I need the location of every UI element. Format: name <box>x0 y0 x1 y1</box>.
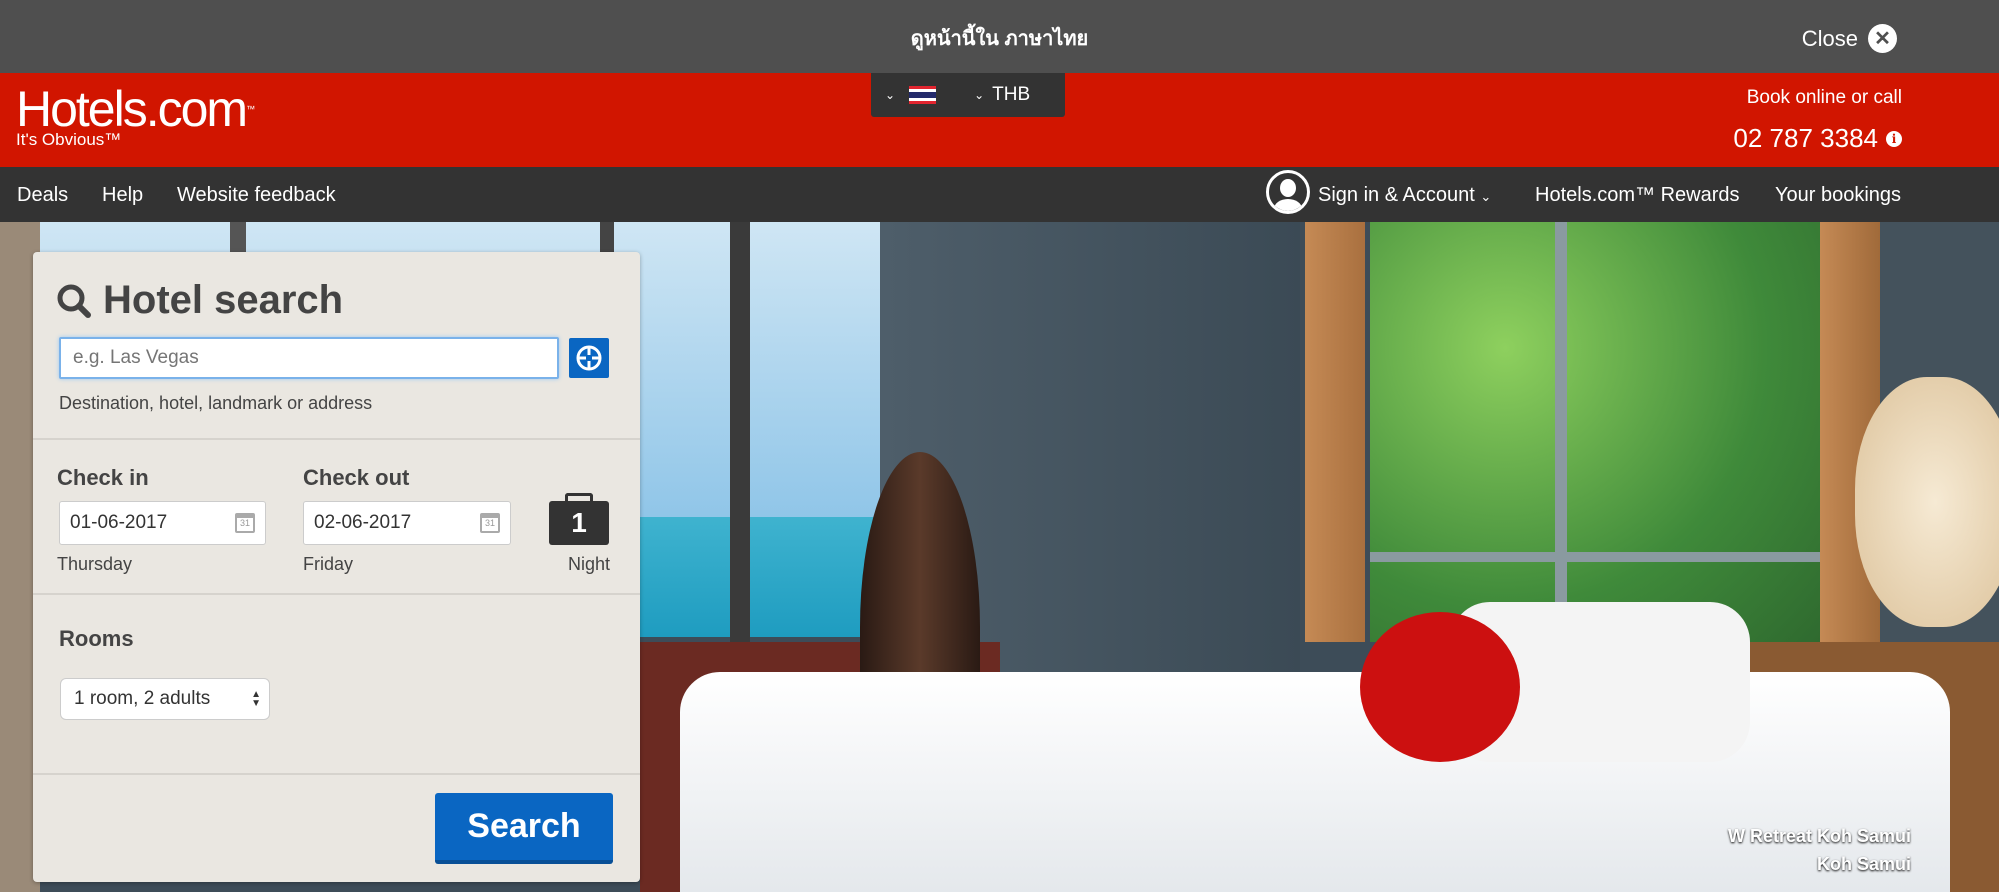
divider <box>33 773 640 775</box>
divider <box>33 593 640 595</box>
hotel-name[interactable]: W Retreat Koh Samui <box>1728 822 1911 850</box>
logo-tm: ™ <box>246 104 256 114</box>
chevron-down-icon: ⌄ <box>1480 189 1492 204</box>
sign-in-label: Sign in & Account <box>1318 184 1475 206</box>
nav-your-bookings[interactable]: Your bookings <box>1775 184 1901 207</box>
phone-text: 02 787 3384 <box>1733 123 1878 153</box>
calendar-icon[interactable]: 31 <box>480 513 500 533</box>
hotel-search-panel: Hotel search Destination, hotel, landmar… <box>33 252 640 882</box>
nav-deals[interactable]: Deals <box>17 184 68 207</box>
logo-text: Hotels.com <box>16 81 248 137</box>
thailand-flag-icon[interactable] <box>909 86 937 104</box>
account-avatar-icon[interactable] <box>1266 170 1310 214</box>
suitcase-handle <box>565 493 593 502</box>
chevron-down-icon: ⌄ <box>974 88 985 102</box>
rooms-value: 1 room, 2 adults <box>74 688 211 709</box>
checkout-value: 02-06-2017 <box>314 512 412 533</box>
checkout-input[interactable]: 02-06-2017 31 <box>303 501 511 545</box>
nights-count: 1 <box>571 507 587 538</box>
calendar-icon[interactable]: 31 <box>235 513 255 533</box>
rooms-select[interactable]: 1 room, 2 adults ▲ ▼ <box>60 678 270 720</box>
info-icon[interactable]: i <box>1886 130 1902 147</box>
book-label: Book online or call <box>1746 87 1902 108</box>
locate-me-button[interactable] <box>569 338 609 378</box>
nav-rewards[interactable]: Hotels.com™ Rewards <box>1535 184 1740 207</box>
currency-selector[interactable]: THB <box>992 84 1030 106</box>
nav-sign-in-account[interactable]: Sign in & Account ⌄ <box>1318 184 1491 207</box>
locale-currency-selector[interactable]: ⌄ ⌄ THB <box>871 73 1065 117</box>
nights-label: Night <box>567 554 610 574</box>
nights-icon: 1 <box>549 501 609 545</box>
search-icon <box>57 284 91 318</box>
close-banner-button[interactable]: Close ✕ <box>1802 24 1897 53</box>
destination-help: Destination, hotel, landmark or address <box>59 393 373 413</box>
checkin-value: 01-06-2017 <box>70 512 168 533</box>
hotels-logo[interactable]: Hotels.com™ It's Obvious™ <box>16 84 256 149</box>
checkout-label: Check out <box>303 465 410 490</box>
checkin-label: Check in <box>57 465 149 490</box>
search-button-label: Search <box>467 807 581 845</box>
destination-input[interactable] <box>59 337 559 379</box>
nav-website-feedback[interactable]: Website feedback <box>177 184 336 207</box>
chevron-down-icon: ⌄ <box>885 88 896 102</box>
site-header: Hotels.com™ It's Obvious™ ⌄ ⌄ THB Book o… <box>0 73 1999 167</box>
language-suggestion-link[interactable]: ดูหน้านี้ใน ภาษาไทย <box>0 22 1999 54</box>
hero-caption: W Retreat Koh Samui Koh Samui <box>1728 822 1911 878</box>
rooms-label: Rooms <box>59 626 134 651</box>
nav-bar: Deals Help Website feedback Sign in & Ac… <box>0 167 1999 222</box>
panel-title: Hotel search <box>103 278 344 322</box>
close-label: Close <box>1801 25 1858 51</box>
crosshair-icon <box>576 345 602 371</box>
search-button[interactable]: Search <box>435 793 613 864</box>
select-arrows-icon: ▲ ▼ <box>251 689 261 709</box>
nav-help[interactable]: Help <box>102 184 143 207</box>
hotel-location: Koh Samui <box>1816 854 1911 874</box>
checkout-day: Friday <box>303 554 354 574</box>
checkin-input[interactable]: 01-06-2017 31 <box>59 501 266 545</box>
divider <box>33 438 640 440</box>
checkin-day: Thursday <box>57 554 133 574</box>
close-icon: ✕ <box>1868 24 1897 53</box>
language-banner: ดูหน้านี้ใน ภาษาไทย Close ✕ <box>0 0 1999 73</box>
phone-number: 02 787 3384 i <box>1733 123 1902 154</box>
